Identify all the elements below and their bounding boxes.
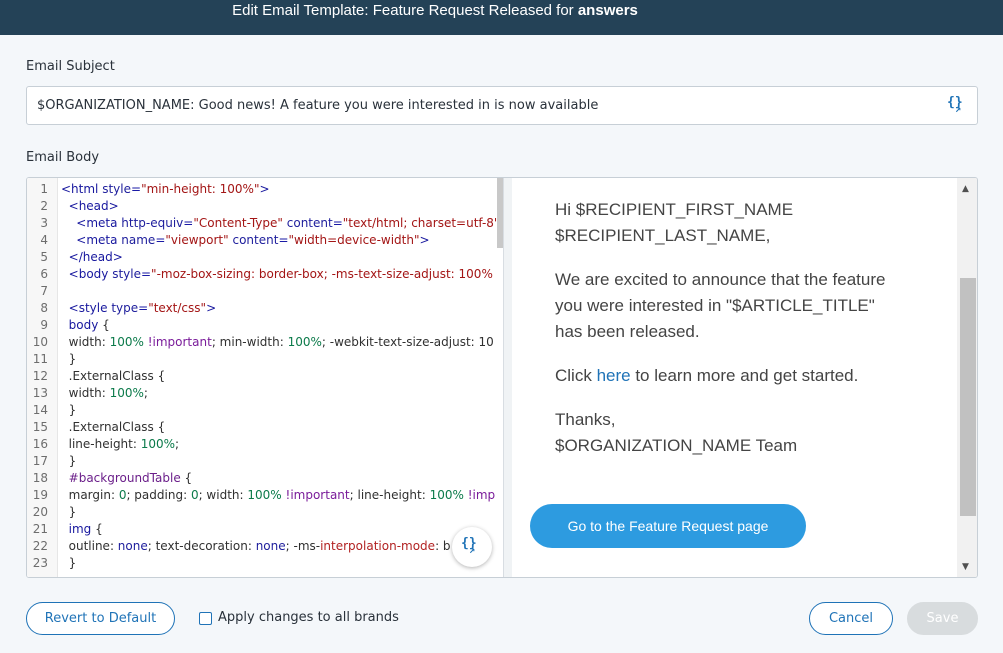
scroll-up-icon[interactable]: ▲ xyxy=(962,184,969,194)
code-line: 5 </head> xyxy=(40,250,123,264)
code-line: 8 <style type="text/css"> xyxy=(40,301,217,315)
scroll-down-icon[interactable]: ▼ xyxy=(962,562,969,572)
modal-header: Edit Email Template: Feature Request Rel… xyxy=(0,0,1003,35)
preview-greeting: Hi $RECIPIENT_FIRST_NAME $RECIPIENT_LAST_… xyxy=(555,200,794,245)
feature-request-cta-button[interactable]: Go to the Feature Request page xyxy=(530,504,806,548)
code-line: 11 } xyxy=(32,352,77,366)
code-line: 18 #backgroundTable { xyxy=(32,471,193,485)
code-line: 15 .ExternalClass { xyxy=(32,420,166,434)
body-label: Email Body xyxy=(26,150,100,165)
preview-intro: We are excited to announce that the feat… xyxy=(555,270,886,341)
subject-value: $ORGANIZATION_NAME: Good news! A feature… xyxy=(37,98,599,113)
code-line: 2 <head> xyxy=(40,199,119,213)
cancel-button[interactable]: Cancel xyxy=(809,602,893,635)
insert-placeholder-button[interactable]: {} ↗ xyxy=(452,527,492,567)
code-line: 6 <body style="-moz-box-sizing: border-b… xyxy=(40,267,493,281)
code-line: 7 xyxy=(40,284,48,298)
here-link[interactable]: here xyxy=(597,366,631,385)
preview-click-text: Click here to learn more and get started… xyxy=(555,366,859,385)
code-line: 3 <meta http-equiv="Content-Type" conten… xyxy=(40,216,500,230)
preview-signoff: Thanks, $ORGANIZATION_NAME Team xyxy=(555,410,798,455)
save-button[interactable]: Save xyxy=(907,602,978,635)
modal-title: Edit Email Template: Feature Request Rel… xyxy=(232,2,638,19)
code-line: 16 line-height: 100%; xyxy=(32,437,180,451)
placeholder-icon[interactable]: {} ↗ xyxy=(947,95,963,115)
subject-input[interactable]: $ORGANIZATION_NAME: Good news! A feature… xyxy=(26,86,978,125)
code-line: 21 img { xyxy=(32,522,103,536)
code-editor[interactable]: 1 <html style="min-height: 100%"> 2 <head… xyxy=(27,178,505,577)
email-body-editor: 1 <html style="min-height: 100%"> 2 <head… xyxy=(26,177,978,578)
subject-label: Email Subject xyxy=(26,59,115,74)
brand-name: answers xyxy=(577,2,638,19)
code-line: 1 <html style="min-height: 100%"> xyxy=(40,182,270,196)
code-line: 19 margin: 0; padding: 0; width: 100% !i… xyxy=(32,488,496,502)
code-line: 23 } xyxy=(32,556,77,570)
apply-all-brands-checkbox[interactable] xyxy=(199,612,212,625)
email-preview: Hi $RECIPIENT_FIRST_NAME $RECIPIENT_LAST_… xyxy=(513,178,945,577)
pane-divider[interactable] xyxy=(503,178,512,577)
code-line: 20 } xyxy=(32,505,77,519)
preview-scrollbar[interactable]: ▲ ▼ xyxy=(957,178,977,577)
apply-all-brands-label[interactable]: Apply changes to all brands xyxy=(218,610,399,625)
code-line: 12 .ExternalClass { xyxy=(32,369,166,383)
revert-to-default-button[interactable]: Revert to Default xyxy=(26,602,175,635)
code-line: 4 <meta name="viewport" content="width=d… xyxy=(40,233,430,247)
code-line: 22 outline: none; text-decoration: none;… xyxy=(32,539,451,553)
code-line: 13 width: 100%; xyxy=(32,386,148,400)
code-line: 17 } xyxy=(32,454,77,468)
scrollbar-thumb[interactable] xyxy=(960,278,976,516)
placeholder-icon: {} ↗ xyxy=(461,536,477,556)
code-line: 9 body { xyxy=(40,318,110,332)
code-line: 14 } xyxy=(32,403,77,417)
code-line: 10 width: 100% !important; min-width: 10… xyxy=(32,335,494,349)
